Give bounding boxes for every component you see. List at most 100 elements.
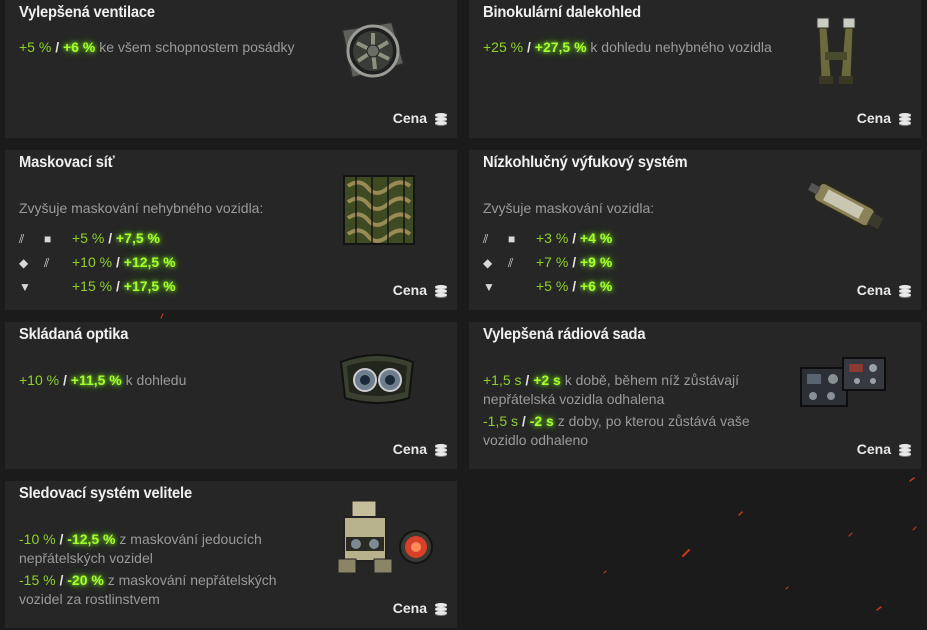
card-title: Nízkohlučný výfukový systém	[483, 154, 688, 171]
bonus-separator: /	[521, 413, 526, 429]
bonus-improved: +2 s	[533, 372, 561, 388]
bonus-separator: /	[525, 372, 530, 388]
bonus-text: z maskování jedoucích	[119, 531, 262, 547]
bonus-separator: /	[115, 278, 120, 294]
bonus-improved: +12,5 %	[123, 254, 176, 270]
bonus-separator: /	[59, 572, 64, 588]
coin-icon	[899, 444, 913, 456]
bonus-line: +7 % / +9 %	[536, 252, 612, 272]
description: Zvyšuje maskování nehybného vozidla:	[19, 200, 264, 216]
bonus-standard: +5 %	[19, 39, 52, 55]
card-title: Binokulární dalekohled	[483, 4, 641, 21]
bonus-text-continued: nepřátelská vozidla odhalena	[483, 391, 665, 407]
bonus-separator: /	[55, 39, 60, 55]
bonus-separator: /	[572, 254, 577, 270]
equipment-card-radio[interactable]: Vylepšená rádiová sada +1,5 s / +2 s k d…	[469, 322, 921, 469]
bonus-separator: /	[526, 39, 531, 55]
bonus-separator: /	[572, 230, 577, 246]
medium-tank-icon: ⫽	[508, 256, 514, 270]
ventilation-fan-icon	[340, 20, 406, 80]
card-title: Skládaná optika	[19, 326, 129, 343]
bonus-improved: +27,5 %	[534, 39, 587, 55]
price-label: Cena	[392, 282, 427, 298]
bonus-separator: /	[108, 230, 113, 246]
card-title: Vylepšená rádiová sada	[483, 326, 646, 343]
bonus-improved: +6 %	[62, 39, 96, 55]
bonus-text-continued: nepřátelských vozidel	[19, 550, 153, 566]
bonus-improved: -20 %	[67, 572, 104, 588]
radio-set-icon	[800, 357, 886, 407]
light-tank-icon: ▼	[483, 280, 495, 294]
spg-icon: ■	[44, 232, 52, 246]
bonus-line: +10 % / +11,5 % k dohledu	[19, 370, 186, 390]
bonus-line: +5 % / +6 %	[536, 276, 612, 296]
price-label: Cena	[392, 600, 427, 616]
bonus-improved: +6 %	[579, 278, 613, 294]
bonus-text: k době, během níž zůstávají	[564, 372, 740, 388]
coin-icon	[435, 113, 449, 125]
bonus-separator: /	[62, 372, 67, 388]
equipment-card-commander-system[interactable]: Sledovací systém velitele -10 % / -12,5 …	[5, 481, 457, 628]
card-title: Maskovací síť	[19, 154, 115, 171]
bonus-standard: -10 %	[19, 531, 56, 547]
equipment-card-camo-net[interactable]: Maskovací síť Zvyšuje maskování nehybnéh…	[5, 150, 457, 310]
bonus-standard: +10 %	[72, 254, 113, 270]
bonus-line: +25 % / +27,5 % k dohledu nehybného vozi…	[483, 37, 772, 57]
bonus-line: -1,5 s / -2 s z doby, po kterou zůstává …	[483, 411, 750, 431]
bonus-line: +5 % / +7,5 %	[72, 228, 160, 248]
bonus-improved: +9 %	[579, 254, 613, 270]
bonus-standard: +10 %	[19, 372, 60, 388]
bonus-standard: -1,5 s	[483, 413, 519, 429]
equipment-card-exhaust[interactable]: Nízkohlučný výfukový systém Zvyšuje mask…	[469, 150, 921, 310]
coated-optics-icon	[339, 354, 415, 404]
bonus-text-continued: vozidlo odhaleno	[483, 432, 589, 448]
tank-destroyer-icon: ◆	[483, 256, 493, 270]
bonus-line: +10 % / +12,5 %	[72, 252, 176, 272]
heavy-tank-icon: ⫽	[483, 232, 489, 246]
bonus-improved: -12,5 %	[67, 531, 116, 547]
exhaust-muffler-icon	[808, 181, 884, 230]
bonus-text: k dohledu	[125, 372, 187, 388]
bonus-standard: +7 %	[536, 254, 569, 270]
bonus-standard: +5 %	[72, 230, 105, 246]
price-label: Cena	[856, 282, 891, 298]
bonus-line: +15 % / +17,5 %	[72, 276, 176, 296]
bonus-line: +1,5 s / +2 s k době, během níž zůstávaj…	[483, 370, 739, 390]
camouflage-net-icon	[343, 175, 415, 245]
bonus-separator: /	[115, 254, 120, 270]
bonus-standard: +25 %	[483, 39, 524, 55]
bonus-line: -10 % / -12,5 % z maskování jedoucích	[19, 529, 262, 549]
description: Zvyšuje maskování vozidla:	[483, 200, 655, 216]
price-label: Cena	[392, 110, 427, 126]
coin-icon	[435, 603, 449, 615]
bonus-improved: -2 s	[529, 413, 554, 429]
equipment-card-optics[interactable]: Skládaná optika +10 % / +11,5 % k dohled…	[5, 322, 457, 469]
bonus-standard: -15 %	[19, 572, 56, 588]
price-label: Cena	[856, 441, 891, 457]
equipment-card-ventilation[interactable]: Vylepšená ventilace +5 % / +6 % ke všem …	[5, 0, 457, 138]
price-label: Cena	[856, 110, 891, 126]
tank-destroyer-icon: ◆	[19, 256, 29, 270]
card-title: Sledovací systém velitele	[19, 485, 192, 502]
bonus-text: ke všem schopnostem posádky	[99, 39, 295, 55]
medium-tank-icon: ⫽	[44, 256, 50, 270]
bonus-line: -15 % / -20 % z maskování nepřátelských	[19, 570, 277, 590]
bonus-separator: /	[572, 278, 577, 294]
binoculars-icon	[816, 17, 856, 84]
bonus-standard: +15 %	[72, 278, 113, 294]
bonus-text: k dohledu nehybného vozidla	[590, 39, 772, 55]
bonus-standard: +3 %	[536, 230, 569, 246]
card-title: Vylepšená ventilace	[19, 4, 155, 21]
equipment-card-binoculars[interactable]: Binokulární dalekohled +25 % / +27,5 % k…	[469, 0, 921, 138]
commander-vision-system-icon	[337, 500, 433, 574]
bonus-standard: +5 %	[536, 278, 569, 294]
light-tank-icon: ▼	[19, 280, 31, 294]
bonus-separator: /	[59, 531, 64, 547]
coin-icon	[435, 285, 449, 297]
bonus-improved: +11,5 %	[70, 372, 122, 388]
coin-icon	[899, 285, 913, 297]
spg-icon: ■	[508, 232, 516, 246]
bonus-line: +3 % / +4 %	[536, 228, 612, 248]
bonus-improved: +17,5 %	[123, 278, 176, 294]
heavy-tank-icon: ⫽	[19, 232, 25, 246]
